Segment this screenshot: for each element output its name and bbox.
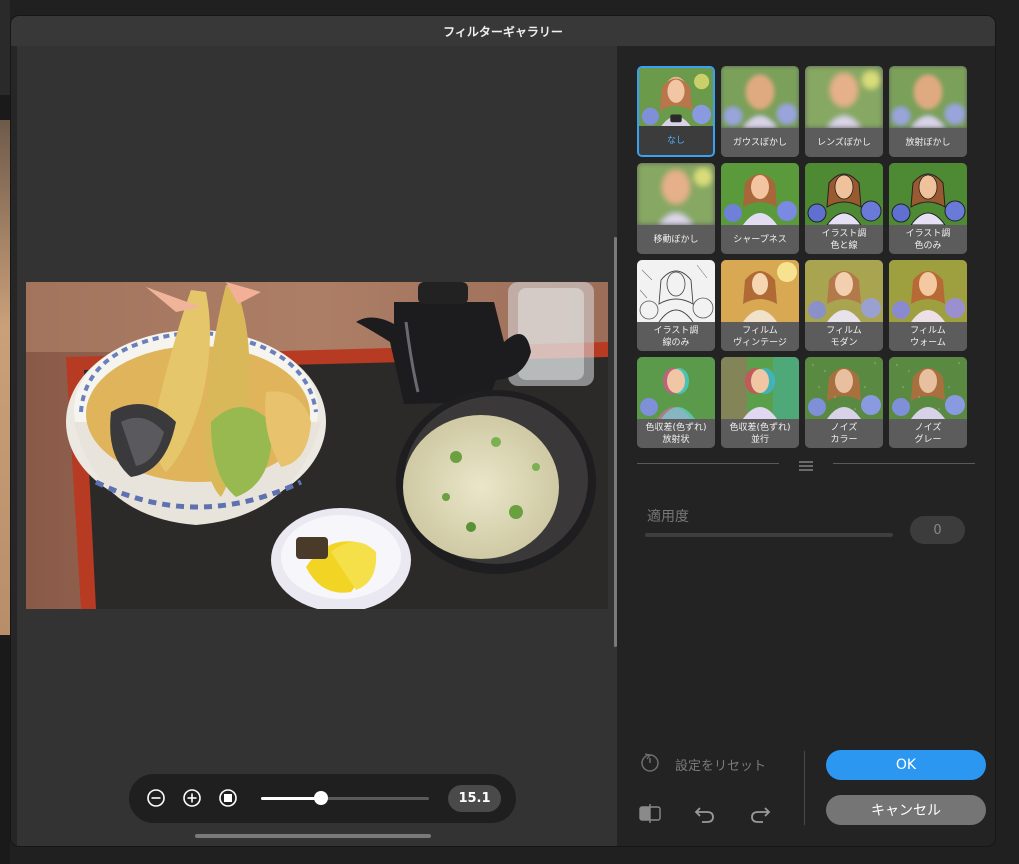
filter-tile[interactable]: 移動ぼかし [637,163,715,254]
filter-gallery-dialog: フィルターギャラリー 15.1 なし ガウスぼかし レンズぼかし 放射ぼかし 移… [11,16,995,846]
tool-icon-row [637,800,777,828]
filter-tile[interactable]: 色収差(色ずれ) 放射状 [637,357,715,448]
filter-tile[interactable]: 放射ぼかし [889,66,967,157]
divider-right [833,463,975,464]
filter-tile[interactable]: フィルム ヴィンテージ [721,260,799,351]
filter-label: シャープネス [721,225,799,254]
zoom-out-icon[interactable] [146,788,166,808]
zoom-in-icon[interactable] [182,788,202,808]
reset-settings-label: 設定をリセット [675,758,767,774]
filter-tile[interactable]: イラスト調 色と線 [805,163,883,254]
filter-thumbnail [721,66,799,128]
filter-label: イラスト調 線のみ [637,322,715,351]
tempura-meal-illustration [26,282,608,609]
filter-thumbnail [637,163,715,225]
preview-pane: 15.1 [17,46,617,846]
filter-label: 色収差(色ずれ) 並行 [721,419,799,448]
filter-label: ノイズ カラー [805,419,883,448]
zoom-slider-fill [261,797,322,800]
filter-thumbnail [805,163,883,226]
ok-button[interactable]: OK [826,750,986,780]
action-separator [804,751,805,825]
preview-image[interactable] [26,282,608,609]
filter-tile[interactable]: ノイズ グレー [889,357,967,448]
background-dark-region [0,0,10,95]
filter-thumbnail [637,260,715,323]
filter-thumbnail [805,66,883,128]
filter-thumbnail [805,357,883,419]
divider-left [637,463,779,464]
filter-tile[interactable]: ガウスぼかし [721,66,799,157]
filter-tile[interactable]: シャープネス [721,163,799,254]
filter-thumbnail [721,357,799,419]
filter-tile[interactable]: フィルム ウォーム [889,260,967,351]
filter-thumbnail [805,260,883,322]
background-canvas-edge [0,120,10,635]
reset-icon [639,751,661,777]
redo-icon[interactable] [747,800,773,826]
filter-thumbnail [889,357,967,419]
dialog-titlebar[interactable]: フィルターギャラリー [11,16,995,46]
filter-tile[interactable]: イラスト調 色のみ [889,163,967,254]
filter-label: 移動ぼかし [637,225,715,254]
filter-thumbnail [889,163,967,226]
dialog-title: フィルターギャラリー [443,24,563,39]
filter-settings-pane: なし ガウスぼかし レンズぼかし 放射ぼかし 移動ぼかし シャープネス イラスト調 色と線イ… [617,46,995,846]
filter-label: 放射ぼかし [889,128,967,157]
intensity-slider[interactable] [645,533,893,537]
intensity-label: 適用度 [647,509,689,525]
filter-label: ノイズ グレー [889,419,967,448]
filter-thumbnail [637,357,715,419]
filter-tile[interactable]: フィルム モダン [805,260,883,351]
filter-label: 色収差(色ずれ) 放射状 [637,419,715,448]
fit-to-screen-icon[interactable] [218,788,238,808]
filter-thumbnail [721,260,799,322]
preview-horizontal-scrollbar[interactable] [195,834,431,838]
filter-tile[interactable]: なし [637,66,715,157]
filter-tile[interactable]: イラスト調 線のみ [637,260,715,351]
filter-tile[interactable]: 色収差(色ずれ) 並行 [721,357,799,448]
filter-label: イラスト調 色と線 [805,225,883,254]
zoom-slider[interactable] [261,791,429,805]
compare-before-after-icon[interactable] [637,800,663,826]
filter-tile[interactable]: レンズぼかし [805,66,883,157]
filter-thumbnail [889,260,967,322]
background-window [0,0,10,864]
undo-icon[interactable] [692,800,718,826]
zoom-value[interactable]: 15.1 [448,785,501,812]
reset-settings-button[interactable]: 設定をリセット [639,751,766,777]
intensity-value[interactable]: 0 [910,516,965,544]
filter-label: なし [639,126,713,155]
zoom-slider-thumb[interactable] [314,791,329,805]
filter-thumbnail [721,163,799,225]
filter-label: ガウスぼかし [721,128,799,157]
filter-label: フィルム モダン [805,322,883,351]
filter-tile[interactable]: ノイズ カラー [805,357,883,448]
filter-label: イラスト調 色のみ [889,225,967,254]
cancel-button[interactable]: キャンセル [826,795,986,825]
filter-label: フィルム ヴィンテージ [721,322,799,351]
filter-thumbnail [639,68,713,128]
filter-label: フィルム ウォーム [889,322,967,351]
filter-thumbnail [889,66,967,128]
filter-label: レンズぼかし [805,128,883,157]
zoom-toolbar: 15.1 [129,774,516,823]
resize-grip-icon[interactable] [798,457,814,471]
